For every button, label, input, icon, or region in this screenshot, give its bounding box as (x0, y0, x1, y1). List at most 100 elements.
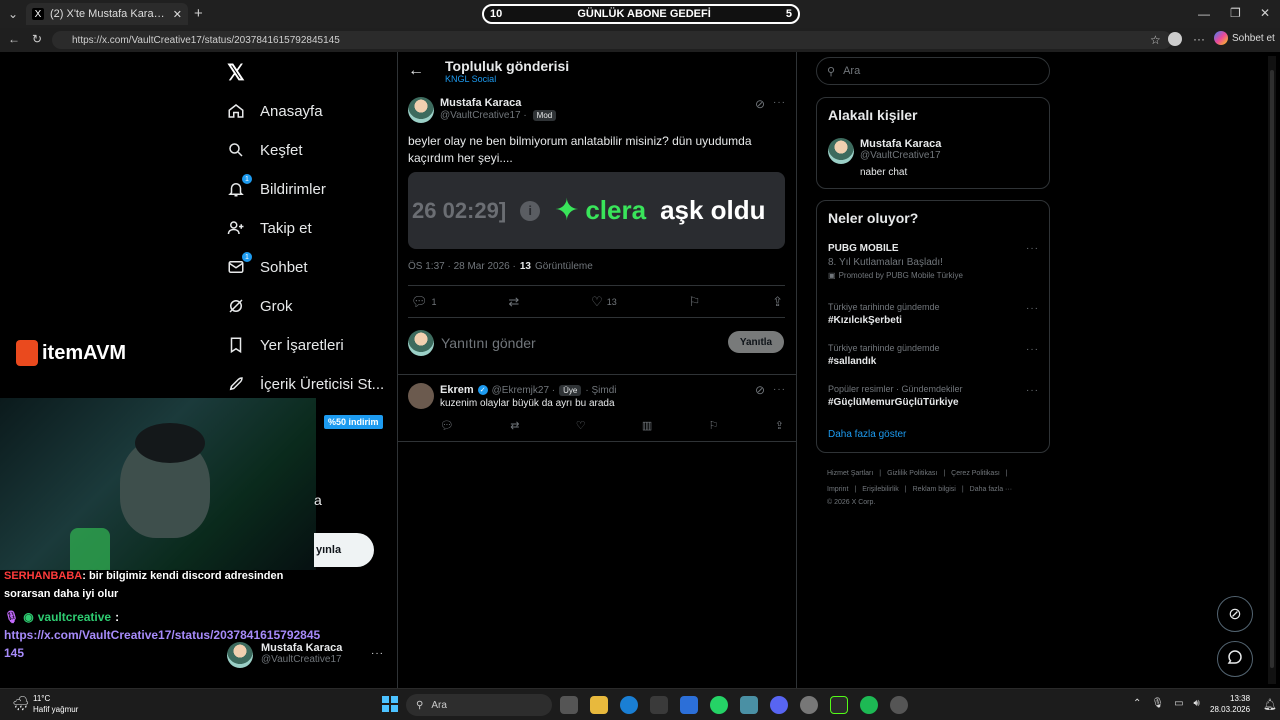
reply-more-icon[interactable]: ··· (773, 384, 786, 395)
close-window-icon[interactable]: ✕ (1260, 6, 1270, 20)
share-icon[interactable]: ⇪ (775, 419, 784, 432)
reply-author-avatar[interactable] (408, 383, 434, 409)
trend-more-icon[interactable]: ··· (1026, 344, 1039, 355)
trend-more-icon[interactable]: ··· (1026, 243, 1039, 254)
reply-icon[interactable]: 💬︎ (440, 419, 454, 432)
post-more-icon[interactable]: ··· (773, 97, 786, 108)
minimize-icon[interactable]: — (1198, 7, 1210, 21)
new-tab-button[interactable]: + (194, 5, 203, 22)
post-author-name[interactable]: Mustafa Karaca (440, 97, 556, 109)
tab-close-icon[interactable]: ✕ (173, 8, 182, 21)
trend-item[interactable]: Türkiye tarihinde gündemde #KızılcıkŞerb… (828, 302, 940, 326)
trend-item[interactable]: Popüler resimler · Gündemdekiler #GüçlüM… (828, 384, 963, 408)
favorites-icon[interactable]: ☆ (1150, 33, 1161, 47)
scrollbar-thumb[interactable] (1270, 70, 1274, 668)
clock[interactable]: 13:38 28.03.2026 (1210, 693, 1250, 715)
tab-list-icon[interactable]: ⌄ (8, 7, 18, 21)
sidebar-item-explore[interactable]: Keşfet (226, 131, 303, 169)
related-person[interactable]: Mustafa Karaca @VaultCreative17 naber ch… (860, 138, 941, 178)
trend-item[interactable]: PUBG MOBILE 8. Yıl Kutlamaları Başladı! … (828, 243, 963, 280)
footer-link[interactable]: Reklam bilgisi (913, 482, 956, 498)
grok-post-icon[interactable]: ⊘ (755, 383, 765, 397)
sidebar-item-follow[interactable]: Takip et (226, 209, 312, 247)
start-button[interactable] (382, 696, 398, 712)
sidebar-item-notifications[interactable]: 1 Bildirimler (226, 170, 326, 208)
notifications-icon[interactable]: 🔔︎ (1263, 698, 1277, 711)
community-name[interactable]: KNGL Social (445, 74, 569, 84)
messages-float-button[interactable] (1217, 641, 1253, 677)
analytics-icon[interactable]: ▥ (642, 419, 652, 432)
back-icon[interactable]: ← (8, 32, 20, 46)
sidebar-item-bookmarks[interactable]: Yer İşaretleri (226, 326, 344, 364)
app-icon[interactable] (740, 696, 758, 714)
file-explorer-icon[interactable] (590, 696, 608, 714)
post-image[interactable]: 26 02:29] i ✦ clera aşk oldu (408, 172, 785, 249)
profile-avatar[interactable] (1168, 32, 1182, 46)
url-bar[interactable]: https://x.com/VaultCreative17/status/203… (52, 31, 1172, 49)
reply-time[interactable]: · Şimdi (585, 385, 616, 396)
trend-more-icon[interactable]: ··· (1026, 303, 1039, 314)
trend-name: PUBG MOBILE (828, 243, 899, 254)
back-arrow-icon[interactable]: ← (408, 62, 424, 80)
sidebar-item-chat[interactable]: 1 Sohbet (226, 248, 308, 286)
post-author-handle[interactable]: @VaultCreative17 · (440, 110, 527, 121)
x-logo-icon[interactable]: 𝕏 (227, 60, 245, 86)
footer-link[interactable]: Gizlilik Politikası (887, 466, 937, 482)
post-timestamp[interactable]: ÖS 1:37 · 28 Mar 2026 · (408, 261, 516, 272)
trend-item[interactable]: Türkiye tarihinde gündemde #sallandık (828, 343, 940, 367)
browser-tab[interactable]: X (2) X'te Mustafa Karaca: "beyler ol ✕ (26, 3, 188, 25)
show-more-link[interactable]: Daha fazla göster (828, 429, 906, 440)
clera-logo: ✦ clera (554, 195, 646, 226)
edge-icon[interactable] (620, 696, 638, 714)
weather-widget[interactable]: 11°C Hafif yağmur (33, 693, 78, 715)
bookmark-post-icon[interactable]: ⚐ (689, 294, 701, 310)
copilot-button[interactable]: Sohbet et (1214, 31, 1275, 45)
like-button[interactable]: ♡ 13 (591, 294, 617, 310)
footer-link[interactable]: Daha fazla ··· (970, 482, 1012, 498)
bookmark-post-icon[interactable]: ⚐ (709, 419, 719, 432)
kick-icon[interactable] (830, 696, 848, 714)
spotify-icon[interactable] (860, 696, 878, 714)
footer-link[interactable]: Çerez Politikası (951, 466, 1000, 482)
store-icon[interactable] (650, 696, 668, 714)
reply-author-name[interactable]: Ekrem (440, 384, 474, 396)
footer-link[interactable]: Hizmet Şartları (827, 466, 873, 482)
repost-icon[interactable]: ⇄ (510, 419, 519, 432)
reply-submit-button[interactable]: Yanıtla (728, 331, 784, 353)
share-icon[interactable]: ⇪ (772, 294, 783, 310)
volume-icon[interactable]: 🔊︎ (1194, 698, 1200, 709)
network-icon[interactable]: ▭ (1174, 698, 1183, 709)
post-author-avatar[interactable] (408, 97, 434, 123)
discord-icon[interactable] (770, 696, 788, 714)
more-icon[interactable]: ··· (1193, 32, 1205, 46)
reply-button[interactable]: 💬︎ 1 (411, 294, 437, 310)
grok-post-icon[interactable]: ⊘ (755, 97, 765, 111)
mail-app-icon[interactable] (680, 696, 698, 714)
post-button[interactable]: yınla (314, 533, 374, 567)
weather-icon[interactable]: 🌧︎ (12, 695, 30, 712)
task-view-icon[interactable] (560, 696, 578, 714)
sidebar-item-home[interactable]: Anasayfa (226, 92, 323, 130)
obs-icon[interactable] (800, 696, 818, 714)
chevron-up-icon[interactable]: ⌃ (1133, 698, 1141, 709)
reply-author-handle[interactable]: @Ekremjk27 · (492, 385, 556, 396)
heart-icon[interactable]: ♡ (576, 419, 586, 432)
phone-glow (70, 528, 110, 570)
page-scrollbar[interactable] (1268, 56, 1276, 684)
maximize-icon[interactable]: ❐ (1230, 6, 1241, 20)
trend-promo: Promoted by PUBG Mobile Türkiye (838, 271, 963, 280)
footer-link[interactable]: Imprint (827, 482, 848, 498)
whatsapp-icon[interactable] (710, 696, 728, 714)
trend-more-icon[interactable]: ··· (1026, 385, 1039, 396)
search-input[interactable]: ⚲ Ara (816, 57, 1050, 85)
sidebar-item-grok[interactable]: Grok (226, 287, 293, 325)
repost-icon[interactable]: ⇄ (508, 294, 519, 310)
settings-gear-icon[interactable] (890, 696, 908, 714)
refresh-icon[interactable]: ↻ (32, 32, 42, 46)
related-avatar[interactable] (828, 138, 854, 164)
reply-input[interactable]: Yanıtını gönder (441, 335, 536, 351)
taskbar-search[interactable]: ⚲ Ara (406, 694, 552, 716)
grok-float-button[interactable]: ⊘ (1217, 596, 1253, 632)
footer-link[interactable]: Erişilebilirlik (862, 482, 899, 498)
mic-tray-icon[interactable]: 🎙︎ (1151, 698, 1164, 709)
